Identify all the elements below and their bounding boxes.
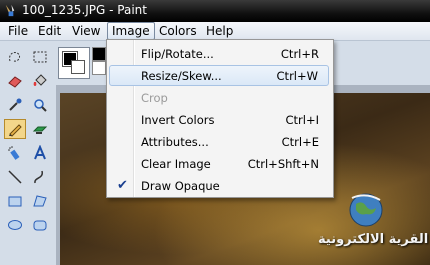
palette-white[interactable] — [92, 61, 106, 75]
eyedropper-tool[interactable] — [4, 95, 26, 115]
menu-item-shortcut: Ctrl+Shft+N — [247, 157, 319, 171]
toolbox — [0, 41, 56, 265]
rect-select-icon — [33, 51, 47, 63]
text-tool[interactable] — [29, 143, 51, 163]
airbrush-icon — [8, 146, 20, 160]
line-icon — [8, 170, 22, 184]
window-title: 100_1235.JPG - Paint — [22, 3, 147, 17]
menu-item-label: Invert Colors — [141, 113, 215, 127]
pencil-icon — [9, 124, 22, 137]
palette-black[interactable] — [92, 47, 106, 61]
menu-file[interactable]: File — [4, 22, 32, 40]
fill-icon — [33, 74, 47, 86]
background-color[interactable] — [71, 60, 85, 74]
pencil-tool[interactable] — [4, 119, 26, 139]
menu-item-resize-skew[interactable]: Resize/Skew... Ctrl+W — [109, 65, 329, 86]
menu-item-label: Crop — [141, 91, 168, 105]
fill-tool[interactable] — [29, 71, 51, 91]
brush-tool[interactable] — [29, 119, 51, 139]
curve-icon — [34, 170, 43, 184]
ellipse-icon — [8, 220, 22, 230]
menu-image[interactable]: Image — [107, 22, 155, 40]
rounded-rect-icon — [33, 220, 47, 231]
menu-item-invert-colors[interactable]: Invert Colors Ctrl+I — [109, 109, 329, 130]
text-icon — [34, 145, 46, 160]
polygon-tool[interactable] — [29, 191, 51, 211]
rectangle-tool[interactable] — [4, 191, 26, 211]
eraser-tool[interactable] — [4, 71, 26, 91]
menu-item-clear-image[interactable]: Clear Image Ctrl+Shft+N — [109, 153, 329, 174]
ellipse-tool[interactable] — [4, 215, 26, 235]
menu-edit[interactable]: Edit — [34, 22, 65, 40]
menu-item-shortcut: Ctrl+E — [281, 135, 319, 149]
watermark: القرية الالكترونية — [300, 188, 430, 258]
magnifier-icon — [34, 99, 47, 112]
line-tool[interactable] — [4, 167, 26, 187]
paint-app-icon[interactable] — [3, 3, 18, 18]
checkmark-icon: ✔ — [117, 178, 128, 193]
menu-item-flip-rotate[interactable]: Flip/Rotate... Ctrl+R — [109, 43, 329, 64]
watermark-text: القرية الالكترونية — [318, 232, 429, 247]
menu-item-crop[interactable]: Crop — [109, 87, 329, 108]
color-selector — [56, 41, 106, 85]
magnifier-tool[interactable] — [29, 95, 51, 115]
polygon-icon — [33, 195, 47, 207]
globe-logo-icon — [349, 193, 383, 227]
menu-item-shortcut: Ctrl+W — [276, 69, 318, 83]
menu-colors[interactable]: Colors — [155, 22, 201, 40]
menu-item-attributes[interactable]: Attributes... Ctrl+E — [109, 131, 329, 152]
airbrush-tool[interactable] — [4, 143, 26, 163]
curve-tool[interactable] — [29, 167, 51, 187]
menu-item-label: Draw Opaque — [141, 179, 220, 193]
free-select-tool[interactable] — [4, 47, 26, 67]
menu-item-shortcut: Ctrl+I — [285, 113, 320, 127]
menu-view[interactable]: View — [68, 22, 104, 40]
menu-item-label: Resize/Skew... — [141, 69, 222, 83]
rectangle-icon — [8, 196, 22, 207]
rounded-rect-tool[interactable] — [29, 215, 51, 235]
title-bar: 100_1235.JPG - Paint — [0, 0, 430, 22]
color-swatch-box[interactable] — [58, 47, 90, 79]
eraser-icon — [8, 76, 22, 88]
rect-select-tool[interactable] — [29, 47, 51, 67]
brush-icon — [32, 126, 48, 134]
eyedropper-icon — [9, 98, 22, 111]
menu-item-shortcut: Ctrl+R — [280, 47, 319, 61]
image-menu-dropdown: Flip/Rotate... Ctrl+R Resize/Skew... Ctr… — [106, 39, 334, 198]
menu-item-label: Flip/Rotate... — [141, 47, 214, 61]
menu-help[interactable]: Help — [202, 22, 237, 40]
free-select-icon — [9, 52, 21, 62]
menu-item-label: Clear Image — [141, 157, 211, 171]
menu-item-label: Attributes... — [141, 135, 209, 149]
menu-item-draw-opaque[interactable]: ✔ Draw Opaque — [109, 175, 329, 196]
